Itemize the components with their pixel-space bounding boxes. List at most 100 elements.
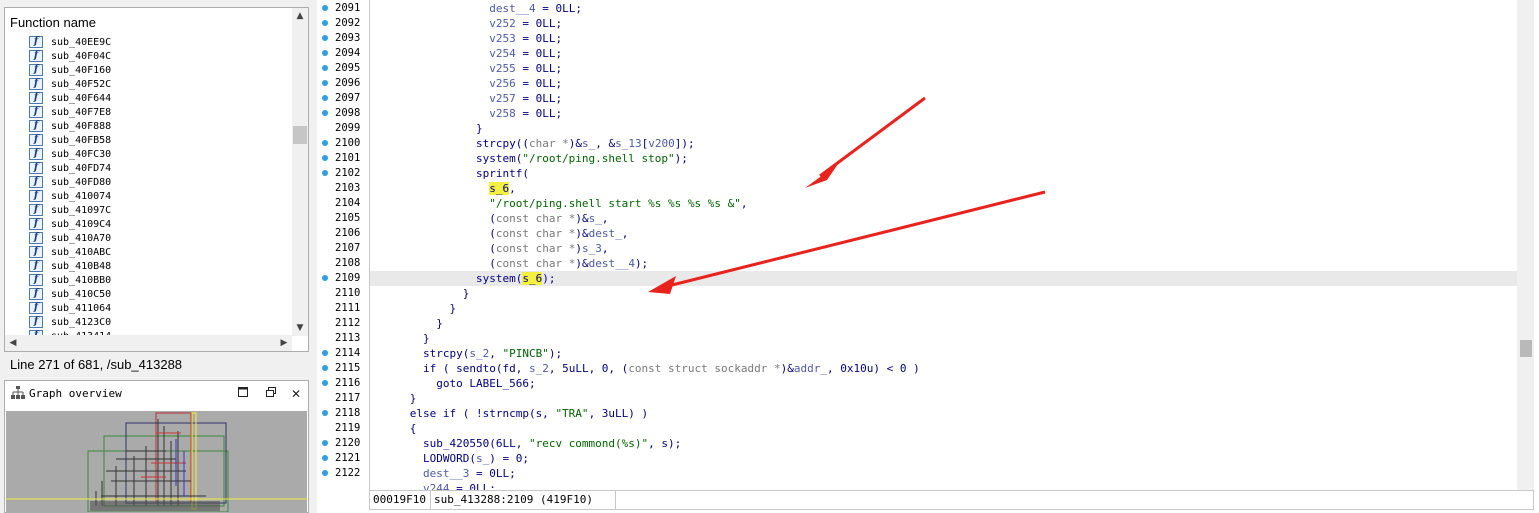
line-number-row[interactable]: 2121	[317, 451, 369, 466]
breakpoint-dot-icon[interactable]	[322, 275, 328, 281]
line-number-gutter[interactable]: 2091 2092 2093 2094 2095 2096 2097 2098 2099 2100…	[317, 0, 369, 490]
code-line[interactable]: v256 = 0LL;	[370, 76, 1517, 91]
code-line[interactable]: }	[370, 331, 1517, 346]
function-list-item[interactable]: f sub_4123C0	[29, 315, 291, 329]
scroll-left-icon[interactable]: ◀	[5, 335, 21, 351]
function-list-item[interactable]: f sub_410BB0	[29, 273, 291, 287]
line-number-row[interactable]: 2104	[317, 196, 369, 211]
line-number-row[interactable]: 2120	[317, 436, 369, 451]
function-list-item[interactable]: f sub_410B48	[29, 259, 291, 273]
code-line[interactable]: }	[370, 316, 1517, 331]
line-number-row[interactable]: 2094	[317, 46, 369, 61]
scroll-right-icon[interactable]: ▶	[276, 335, 292, 351]
line-number-row[interactable]: 2114	[317, 346, 369, 361]
code-line[interactable]: "/root/ping.shell start %s %s %s %s &",	[370, 196, 1517, 211]
functions-scroll-thumb[interactable]	[293, 126, 307, 144]
breakpoint-dot-icon[interactable]	[322, 170, 328, 176]
code-line[interactable]: v244 = 0LL;	[370, 481, 1517, 490]
code-line[interactable]: if ( sendto(fd, s_2, 5uLL, 0, (const str…	[370, 361, 1517, 376]
breakpoint-dot-icon[interactable]	[322, 470, 328, 476]
breakpoint-dot-icon[interactable]	[322, 95, 328, 101]
line-number-row[interactable]: 2112	[317, 316, 369, 331]
line-number-row[interactable]: 2118	[317, 406, 369, 421]
function-list-item[interactable]: f sub_40F7E8	[29, 105, 291, 119]
line-number-row[interactable]: 2117	[317, 391, 369, 406]
line-number-row[interactable]: 2107	[317, 241, 369, 256]
line-number-row[interactable]: 2092	[317, 16, 369, 31]
code-line[interactable]: sprintf(	[370, 166, 1517, 181]
function-list-item[interactable]: f sub_4109C4	[29, 217, 291, 231]
close-icon[interactable]: ✕	[288, 386, 304, 402]
line-number-row[interactable]: 2095	[317, 61, 369, 76]
line-number-row[interactable]: 2115	[317, 361, 369, 376]
code-scroll-thumb[interactable]	[1520, 340, 1532, 357]
breakpoint-dot-icon[interactable]	[322, 5, 328, 11]
code-line[interactable]: (const char *)s_3,	[370, 241, 1517, 256]
float-icon[interactable]	[263, 386, 279, 402]
function-list-item[interactable]: f sub_40FC30	[29, 147, 291, 161]
code-line[interactable]: s_6,	[370, 181, 1517, 196]
line-number-row[interactable]: 2109	[317, 271, 369, 286]
breakpoint-dot-icon[interactable]	[322, 440, 328, 446]
line-number-row[interactable]: 2105	[317, 211, 369, 226]
code-line[interactable]: sub_420550(6LL, "recv commond(%s)", s);	[370, 436, 1517, 451]
breakpoint-dot-icon[interactable]	[322, 35, 328, 41]
code-line[interactable]: dest__3 = 0LL;	[370, 466, 1517, 481]
function-list-item[interactable]: f sub_40F52C	[29, 77, 291, 91]
line-number-row[interactable]: 2102	[317, 166, 369, 181]
code-line[interactable]: strcpy(s_2, "PINCB");	[370, 346, 1517, 361]
line-number-row[interactable]	[317, 481, 369, 496]
function-list-item[interactable]: f sub_40EE9C	[29, 35, 291, 49]
minimize-icon[interactable]	[235, 386, 251, 402]
scroll-up-icon[interactable]: ▲	[292, 8, 308, 24]
function-list-item[interactable]: f sub_40F644	[29, 91, 291, 105]
line-number-row[interactable]: 2091	[317, 1, 369, 16]
functions-column-header[interactable]: Function name	[10, 15, 96, 30]
function-list-item[interactable]: f sub_410074	[29, 189, 291, 203]
code-line[interactable]: }	[370, 121, 1517, 136]
line-number-row[interactable]: 2101	[317, 151, 369, 166]
line-number-row[interactable]: 2097	[317, 91, 369, 106]
function-list-item[interactable]: f sub_410C50	[29, 287, 291, 301]
breakpoint-dot-icon[interactable]	[322, 65, 328, 71]
function-list-item[interactable]: f sub_40F04C	[29, 49, 291, 63]
code-line[interactable]: v257 = 0LL;	[370, 91, 1517, 106]
code-line[interactable]: v254 = 0LL;	[370, 46, 1517, 61]
functions-horizontal-scrollbar[interactable]: ◀ ▶	[5, 335, 292, 351]
scroll-down-icon[interactable]: ▼	[292, 320, 308, 336]
code-line[interactable]: else if ( !strncmp(s, "TRA", 3uLL) )	[370, 406, 1517, 421]
line-number-row[interactable]: 2113	[317, 331, 369, 346]
line-number-row[interactable]: 2106	[317, 226, 369, 241]
code-line[interactable]: v252 = 0LL;	[370, 16, 1517, 31]
function-list-item[interactable]: f sub_40FD74	[29, 161, 291, 175]
breakpoint-dot-icon[interactable]	[322, 140, 328, 146]
line-number-row[interactable]: 2093	[317, 31, 369, 46]
breakpoint-dot-icon[interactable]	[322, 380, 328, 386]
line-number-row[interactable]: 2099	[317, 121, 369, 136]
function-list-item[interactable]: f sub_410A70	[29, 231, 291, 245]
line-number-row[interactable]: 2098	[317, 106, 369, 121]
function-list-item[interactable]: f sub_410ABC	[29, 245, 291, 259]
code-line[interactable]: }	[370, 286, 1517, 301]
breakpoint-dot-icon[interactable]	[322, 50, 328, 56]
code-line[interactable]: {	[370, 421, 1517, 436]
code-line[interactable]: strcpy((char *)&s_, &s_13[v200]);	[370, 136, 1517, 151]
breakpoint-dot-icon[interactable]	[322, 155, 328, 161]
line-number-row[interactable]: 2100	[317, 136, 369, 151]
code-line[interactable]: LODWORD(s_) = 0;	[370, 451, 1517, 466]
function-list-item[interactable]: f sub_41097C	[29, 203, 291, 217]
code-line[interactable]: (const char *)&dest__4);	[370, 256, 1517, 271]
functions-vertical-scrollbar[interactable]: ▲ ▼	[292, 8, 308, 336]
breakpoint-dot-icon[interactable]	[322, 365, 328, 371]
code-line[interactable]: v253 = 0LL;	[370, 31, 1517, 46]
breakpoint-dot-icon[interactable]	[322, 455, 328, 461]
breakpoint-dot-icon[interactable]	[322, 80, 328, 86]
breakpoint-dot-icon[interactable]	[322, 410, 328, 416]
code-line[interactable]: }	[370, 391, 1517, 406]
code-line[interactable]: dest__4 = 0LL;	[370, 1, 1517, 16]
code-line[interactable]: v255 = 0LL;	[370, 61, 1517, 76]
code-line[interactable]: system("/root/ping.shell stop");	[370, 151, 1517, 166]
code-line[interactable]: (const char *)&dest_,	[370, 226, 1517, 241]
function-list-item[interactable]: f sub_40F160	[29, 63, 291, 77]
code-line[interactable]: goto LABEL_566;	[370, 376, 1517, 391]
